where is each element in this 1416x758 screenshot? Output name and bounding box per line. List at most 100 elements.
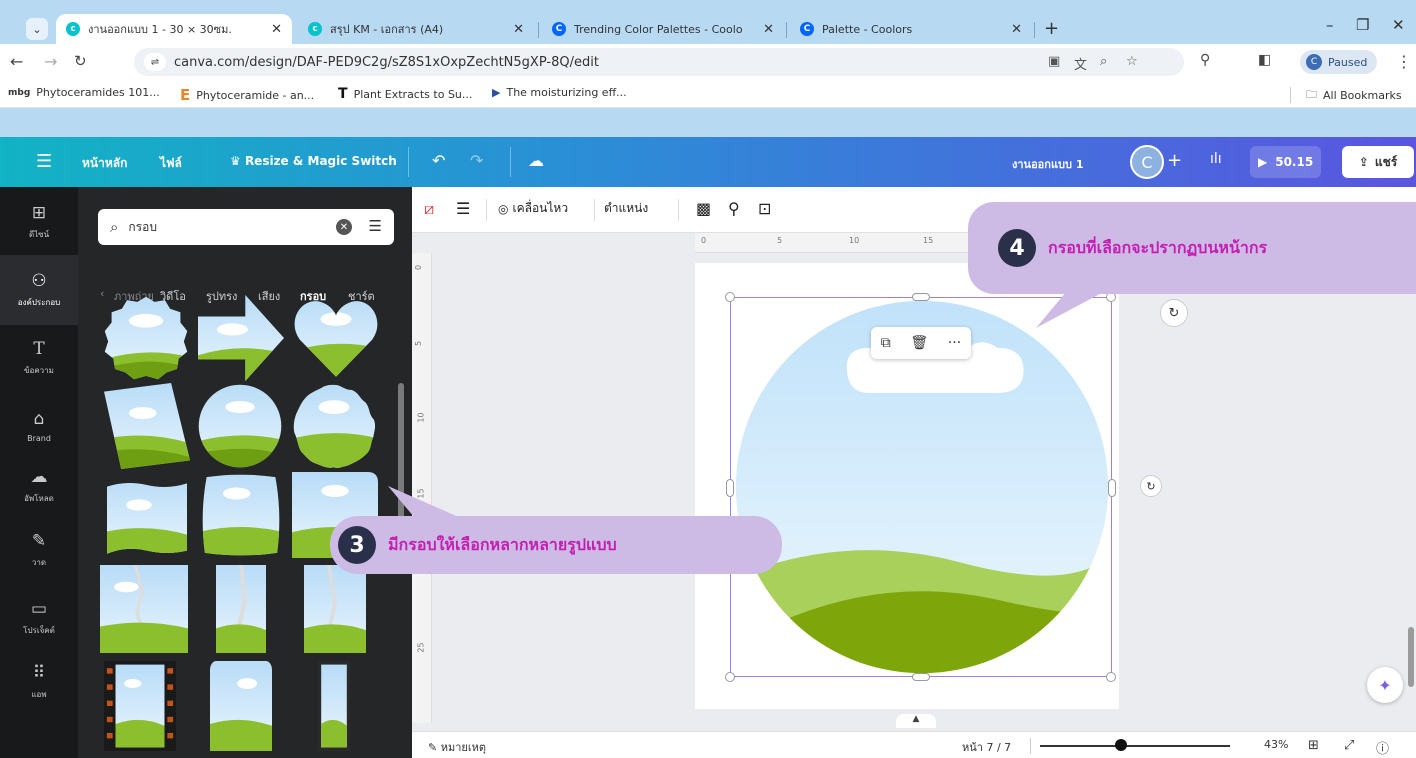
all-bookmarks-label: All Bookmarks <box>1323 89 1402 102</box>
rail-item-draw[interactable]: ✎ วาด <box>0 515 78 585</box>
resize-button[interactable]: ♛ Resize & Magic Switch <box>230 154 397 168</box>
new-tab-icon[interactable]: + <box>1044 18 1059 39</box>
frame-heart[interactable] <box>292 295 380 381</box>
frame-film-narrow[interactable] <box>318 661 350 751</box>
zoom-level[interactable]: 43% <box>1264 738 1288 751</box>
rail-item-text[interactable]: T ข้อความ <box>0 323 78 393</box>
resize-handle[interactable] <box>725 672 735 682</box>
translate-icon[interactable]: 文 <box>1074 54 1087 73</box>
close-icon[interactable]: ✕ <box>763 22 774 37</box>
rail-item-design[interactable]: ⊞ ดีไซน์ <box>0 187 78 257</box>
browser-tab[interactable]: c สรุป KM - เอกสาร (A4) ✕ <box>298 14 534 44</box>
resize-handle[interactable] <box>912 673 930 681</box>
refresh-icon[interactable]: ↻ <box>1160 299 1188 327</box>
resize-handle[interactable] <box>726 479 734 497</box>
resize-handle[interactable] <box>1106 672 1116 682</box>
resize-handle[interactable] <box>912 293 930 301</box>
notes-button[interactable]: ✎ หมายเหตุ <box>428 738 486 756</box>
close-icon[interactable]: ✕ <box>513 22 524 37</box>
frame-wavy[interactable] <box>102 477 192 557</box>
reload-icon[interactable]: ↻ <box>74 52 87 70</box>
install-app-icon[interactable]: ▣ <box>1048 54 1060 69</box>
restore-icon[interactable]: ❐ <box>1356 16 1369 34</box>
duplicate-icon[interactable]: ⧉ <box>881 335 891 351</box>
avatar[interactable]: C <box>1130 145 1164 179</box>
trash-icon[interactable]: 🗑 <box>910 335 928 351</box>
close-icon[interactable]: ✕ <box>271 22 282 37</box>
position-button[interactable]: ตำแหน่ง <box>604 199 648 218</box>
animate-button[interactable]: ◎ เคลื่อนไหว <box>498 199 568 218</box>
frame-rounded-portrait[interactable] <box>210 661 272 751</box>
share-button[interactable]: ⇪ แชร์ <box>1342 146 1414 178</box>
extensions-icon[interactable]: ⚲ <box>1200 52 1210 68</box>
frame-rounded-blob[interactable] <box>198 471 284 559</box>
color-none-icon[interactable]: ⧄ <box>424 199 434 219</box>
browser-tab[interactable]: C Palette - Coolors ✕ <box>790 14 1032 44</box>
invite-plus-icon[interactable]: + <box>1167 150 1182 171</box>
frame-torn-photo[interactable] <box>100 565 188 653</box>
rail-item-projects[interactable]: ▭ โปรเจ็คต์ <box>0 583 78 653</box>
bookmark-item[interactable]: ▶ The moisturizing eff... <box>492 86 627 99</box>
rail-item-apps[interactable]: ⠿ แอพ <box>0 647 78 717</box>
bookmark-star-icon[interactable]: ☆ <box>1126 54 1138 69</box>
bookmark-item[interactable]: E Phytoceramide - an... <box>180 86 314 104</box>
bookmark-item[interactable]: mbg Phytoceramides 101... <box>8 86 160 99</box>
frame-film-strip[interactable] <box>104 661 176 751</box>
present-button[interactable]: ▶ 50.15 <box>1250 146 1322 178</box>
resize-handle[interactable] <box>725 292 735 302</box>
minimize-icon[interactable]: – <box>1326 16 1334 34</box>
brand-icon: ⌂ <box>33 409 45 429</box>
more-menu-icon[interactable]: ⋮ <box>1396 52 1412 71</box>
zoom-icon[interactable]: ⌕ <box>1100 54 1107 69</box>
canvas-scrollbar[interactable] <box>1408 627 1414 687</box>
forward-icon[interactable]: → <box>44 52 57 71</box>
home-link[interactable]: หน้าหลัก <box>82 154 127 173</box>
all-bookmarks-button[interactable]: 🗀 All Bookmarks <box>1306 86 1402 105</box>
chevron-up-icon[interactable]: ▲ <box>896 714 936 728</box>
frame-scalloped[interactable] <box>290 383 378 469</box>
browser-tab[interactable]: C Trending Color Palettes - Coolo ✕ <box>542 14 784 44</box>
close-window-icon[interactable]: ✕ <box>1392 16 1405 34</box>
hamburger-icon[interactable]: ☰ <box>36 151 52 172</box>
lock-icon[interactable]: ⊡ <box>758 199 771 218</box>
more-icon[interactable]: ··· <box>948 335 961 351</box>
side-panel-icon[interactable]: ◧ <box>1258 52 1271 68</box>
frame-torn-right[interactable] <box>304 565 366 653</box>
clear-search-icon[interactable]: ✕ <box>336 219 352 235</box>
copy-style-icon[interactable]: ⚲ <box>728 199 740 218</box>
magic-sparkle-icon[interactable]: ✦ <box>1367 667 1403 703</box>
transparency-icon[interactable]: ▩ <box>696 199 711 218</box>
frame-badge[interactable] <box>102 295 190 381</box>
bookmark-item[interactable]: T Plant Extracts to Su... <box>338 86 472 102</box>
zoom-slider[interactable] <box>1040 745 1230 747</box>
grid-view-icon[interactable]: ⊞ <box>1308 738 1319 753</box>
redo-icon[interactable]: ↷ <box>470 151 483 170</box>
profile-button[interactable]: C Paused <box>1300 50 1378 74</box>
frame-parallelogram[interactable] <box>102 383 192 469</box>
back-icon[interactable]: ← <box>10 52 23 71</box>
tab-search-button[interactable]: ⌄ <box>26 18 48 40</box>
cloud-saved-icon[interactable]: ☁ <box>528 151 544 170</box>
frame-torn-narrow[interactable] <box>216 565 266 653</box>
insights-icon[interactable]: ılı <box>1210 151 1222 167</box>
zoom-slider-knob[interactable] <box>1115 739 1127 751</box>
page-indicator[interactable]: หน้า 7 / 7 <box>962 738 1011 756</box>
search-input[interactable]: ⌕ กรอบ ✕ ☰ <box>98 209 394 245</box>
border-style-icon[interactable]: ☰ <box>456 199 470 218</box>
frame-arrow[interactable] <box>196 295 286 381</box>
filter-icon[interactable]: ☰ <box>369 217 382 235</box>
undo-icon[interactable]: ↶ <box>432 151 445 170</box>
browser-tab[interactable]: c งานออกแบบ 1 - 30 × 30ซม. ✕ <box>56 14 292 44</box>
rotate-icon[interactable]: ↻ <box>1140 475 1162 497</box>
frame-circle[interactable] <box>196 383 284 469</box>
design-title[interactable]: งานออกแบบ 1 <box>1012 155 1083 173</box>
fullscreen-icon[interactable]: ⤢ <box>1344 738 1354 753</box>
address-bar[interactable]: ⇌ canva.com/design/DAF-PED9C2g/sZ8S1xOxp… <box>134 48 1184 76</box>
site-info-icon[interactable]: ⇌ <box>144 53 166 71</box>
resize-handle[interactable] <box>1108 479 1116 497</box>
help-icon[interactable]: ⓘ <box>1376 738 1389 757</box>
rail-item-elements[interactable]: ⚇ องค์ประกอบ <box>0 255 78 325</box>
close-icon[interactable]: ✕ <box>1011 22 1022 37</box>
file-menu[interactable]: ไฟล์ <box>160 154 182 173</box>
rail-item-uploads[interactable]: ☁ อัพโหลด <box>0 451 78 521</box>
